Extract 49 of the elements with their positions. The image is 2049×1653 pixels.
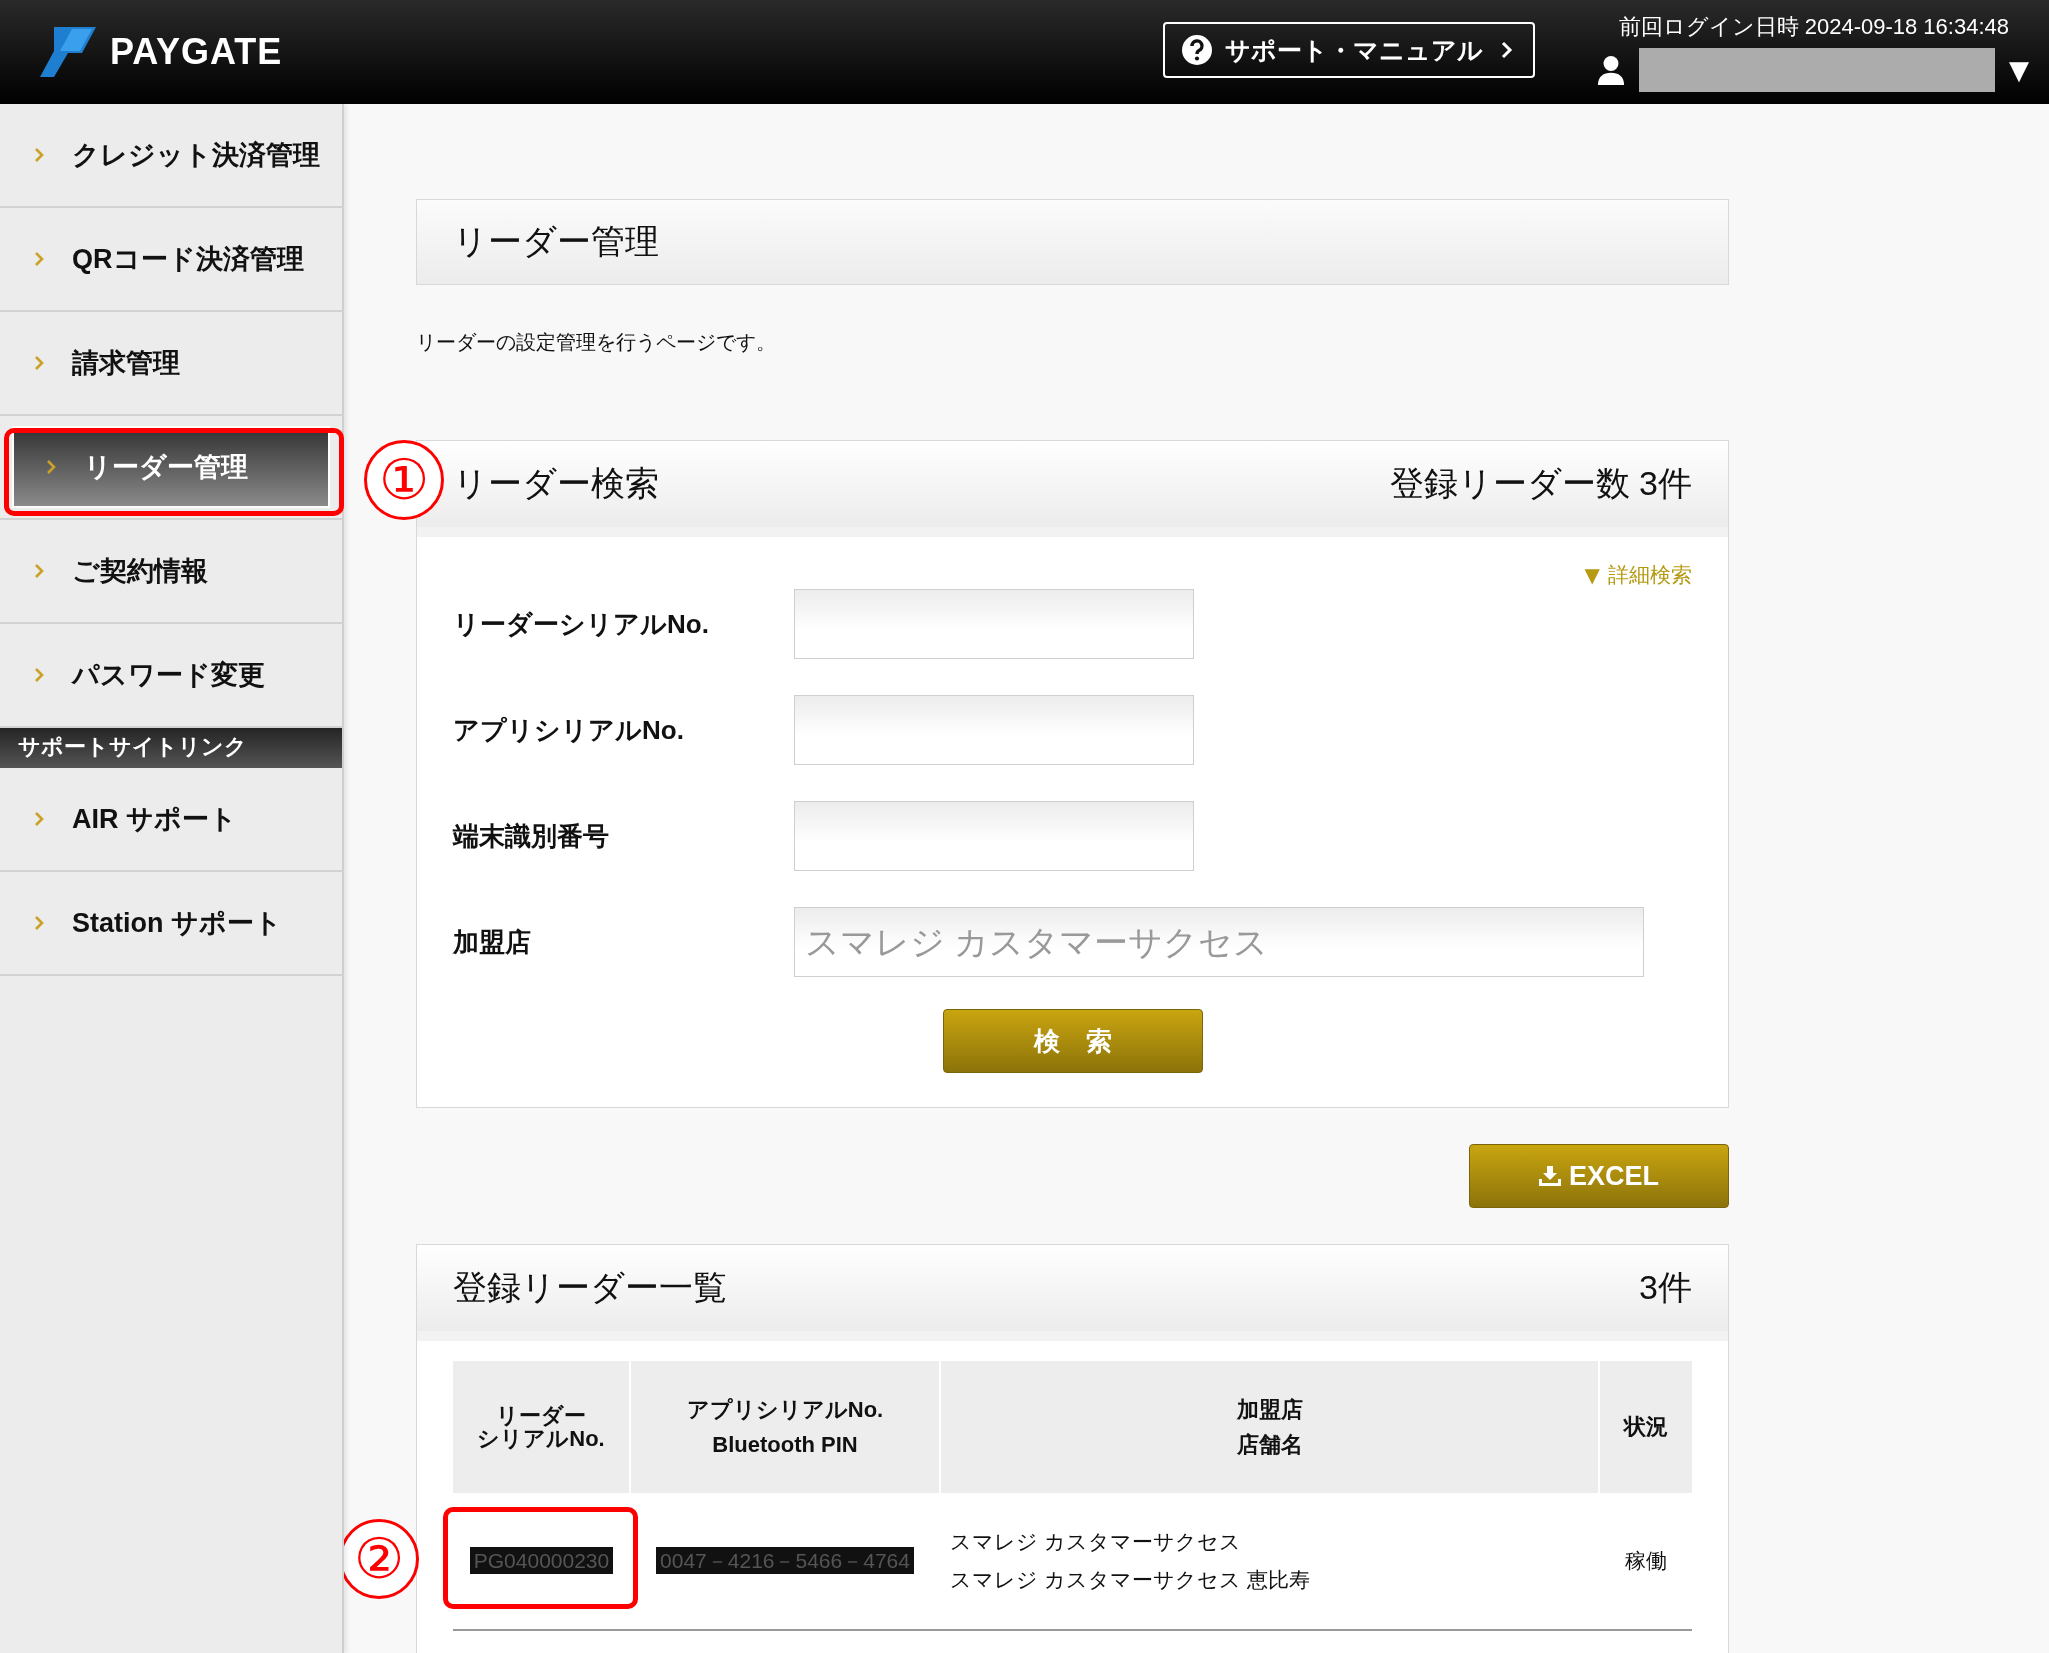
column-header: 加盟店 店舗名 — [940, 1361, 1599, 1493]
last-login-text: 前回ログイン日時 2024-09-18 16:34:48 — [1618, 13, 2009, 41]
sidebar-item[interactable]: QRコード決済管理 — [0, 208, 342, 310]
chevron-right-icon — [1501, 41, 1513, 59]
input-field[interactable] — [794, 801, 1194, 871]
logo-icon — [40, 27, 96, 77]
input-field[interactable]: スマレジ カスタマーサクセス — [794, 907, 1644, 977]
panel-title: 登録リーダー一覧 — [453, 1267, 727, 1308]
download-icon — [1539, 1166, 1561, 1186]
sidebar-item[interactable]: Station サポート — [0, 872, 342, 974]
chevron-right-icon — [46, 459, 56, 475]
user-menu-caret[interactable]: ▼ — [2009, 55, 2029, 85]
sidebar-item[interactable]: リーダー管理 — [12, 426, 330, 508]
page-title: リーダー管理 — [453, 221, 659, 262]
sidebar-item[interactable]: ご契約情報 — [0, 520, 342, 622]
chevron-right-icon — [34, 915, 44, 931]
column-header: リーダー シリアルNo. — [453, 1361, 630, 1493]
sidebar-item[interactable]: パスワード変更 — [0, 624, 342, 726]
field-label: リーダーシリアルNo. — [453, 607, 710, 641]
sidebar-item[interactable]: AIR サポート — [0, 768, 342, 870]
user-icon — [1597, 55, 1625, 85]
chevron-right-icon — [34, 667, 44, 683]
input-field[interactable] — [794, 695, 1194, 765]
chevron-right-icon — [34, 147, 44, 163]
panel-title: リーダー検索 — [453, 463, 659, 504]
redacted-value: 0047－4216－5466－4764 — [656, 1547, 914, 1575]
support-manual-button[interactable]: サポート・マニュアル — [1163, 22, 1535, 78]
sidebar-item[interactable]: クレジット決済管理 — [0, 104, 342, 206]
chevron-right-icon — [34, 251, 44, 267]
redacted-value: PG040000230 — [469, 1547, 614, 1575]
callout-number: ① — [364, 440, 444, 520]
input-field[interactable] — [794, 589, 1194, 659]
column-header: 状況 — [1599, 1361, 1692, 1493]
field-label: アプリシリアルNo. — [453, 713, 685, 747]
list-count: 3件 — [1639, 1267, 1692, 1308]
field-label: 加盟店 — [453, 925, 532, 959]
column-header: アプリシリアルNo. Bluetooth PIN — [630, 1361, 940, 1493]
chevron-right-icon — [34, 355, 44, 371]
sidebar-section-title: サポートサイトリンク — [0, 726, 342, 768]
help-icon — [1181, 34, 1213, 66]
logo-text: PAYGATE — [110, 31, 283, 73]
page-description: リーダーの設定管理を行うページです。 — [416, 330, 777, 355]
chevron-right-icon — [34, 811, 44, 827]
table-cell: スマレジ カスタマーサクセス スマレジ カスタマーサクセス 恵比寿 — [950, 1530, 1310, 1591]
sidebar-item[interactable]: 請求管理 — [0, 312, 342, 414]
field-label: 端末識別番号 — [453, 819, 610, 853]
table-cell: 稼働 — [1624, 1549, 1667, 1573]
registered-count: 登録リーダー数 3件 — [1389, 463, 1692, 504]
chevron-right-icon — [34, 563, 44, 579]
